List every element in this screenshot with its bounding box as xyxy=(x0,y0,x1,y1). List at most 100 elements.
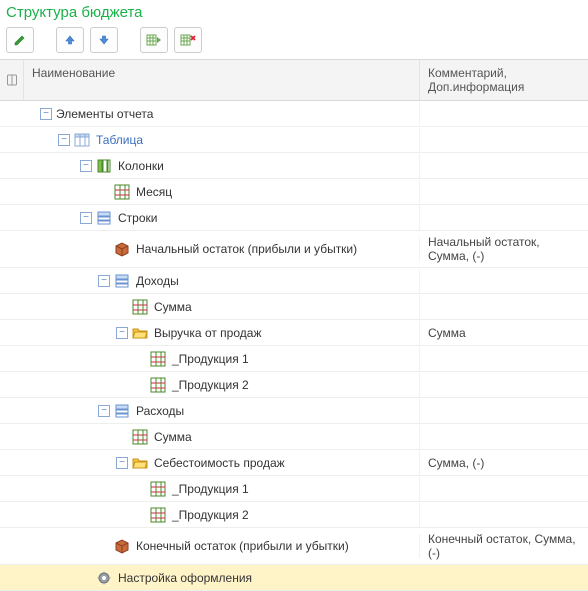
tree-toggle[interactable]: − xyxy=(58,134,70,146)
tree-label: Выручка от продаж xyxy=(154,326,261,340)
grid-icon xyxy=(150,507,166,523)
tree-label: _Продукция 2 xyxy=(172,378,249,392)
tree-cell-name: _Продукция 2 xyxy=(0,373,420,397)
tree-cell-comment xyxy=(420,511,588,519)
tree-label: Колонки xyxy=(118,159,164,173)
tree-cell-name: _Продукция 2 xyxy=(0,503,420,527)
tree-cell-name: Сумма xyxy=(0,425,420,449)
tree-cell-name: −Строки xyxy=(0,206,420,230)
tree-row-cost[interactable]: −Себестоимость продажСумма, (-) xyxy=(0,450,588,476)
tree-label: Настройка оформления xyxy=(118,571,252,585)
tree-cell-comment xyxy=(420,188,588,196)
tree-cell-comment xyxy=(420,355,588,363)
brick-icon xyxy=(114,241,130,257)
tree-rows: −Элементы отчета−Таблица−КолонкиМесяц−Ст… xyxy=(0,101,588,591)
tree-toggle[interactable]: − xyxy=(98,275,110,287)
page-title: Структура бюджета xyxy=(0,0,588,27)
header-name[interactable]: Наименование xyxy=(24,60,420,100)
tree-cell-name: − Доходы xyxy=(0,269,420,293)
tree-row-expenses[interactable]: −Расходы xyxy=(0,398,588,424)
cols-icon xyxy=(96,158,112,174)
tree-row-prod2a[interactable]: _Продукция 2 xyxy=(0,372,588,398)
grid-icon xyxy=(114,184,130,200)
table-add-icon xyxy=(146,33,162,47)
tree-cell-name: _Продукция 1 xyxy=(0,477,420,501)
tree-cell-name: Конечный остаток (прибыли и убытки) xyxy=(0,534,420,558)
tree-cell-comment: Сумма xyxy=(420,322,588,344)
tree-row-prod1a[interactable]: _Продукция 1 xyxy=(0,346,588,372)
tree-cell-name: _Продукция 1 xyxy=(0,347,420,371)
add-column-button[interactable] xyxy=(140,27,168,53)
tree-cell-name: Сумма xyxy=(0,295,420,319)
tree-toggle[interactable]: − xyxy=(116,327,128,339)
tree-row-endbal[interactable]: Конечный остаток (прибыли и убытки)Конеч… xyxy=(0,528,588,565)
rows-icon xyxy=(114,403,130,419)
move-down-button[interactable] xyxy=(90,27,118,53)
tree-label: Таблица xyxy=(96,133,143,147)
tree-cell-comment xyxy=(420,381,588,389)
tree-cell-name: Настройка оформления xyxy=(0,566,420,590)
rows-icon xyxy=(96,210,112,226)
tree-row-table[interactable]: − Таблица xyxy=(0,127,588,153)
tree-row-begbal[interactable]: Начальный остаток (прибыли и убытки)Нача… xyxy=(0,231,588,268)
rows-icon xyxy=(114,273,130,289)
tree-cell-comment: Конечный остаток, Сумма, (-) xyxy=(420,528,588,564)
tree-label: Месяц xyxy=(136,185,172,199)
tree-row-sales[interactable]: − Выручка от продаж Сумма xyxy=(0,320,588,346)
tree-toggle[interactable]: − xyxy=(98,405,110,417)
tree-label: Сумма xyxy=(154,430,192,444)
tree-row-month[interactable]: Месяц xyxy=(0,179,588,205)
tree-toggle[interactable]: − xyxy=(80,160,92,172)
tree-cell-comment: Сумма, (-) xyxy=(420,452,588,474)
grid-icon xyxy=(150,377,166,393)
tree-toggle[interactable]: − xyxy=(40,108,52,120)
brick-icon xyxy=(114,538,130,554)
tree-row-sum2[interactable]: Сумма xyxy=(0,424,588,450)
tree-row-elements[interactable]: −Элементы отчета xyxy=(0,101,588,127)
tree-cell-comment xyxy=(420,407,588,415)
column-icon xyxy=(6,74,18,86)
tree-row-prod2b[interactable]: _Продукция 2 xyxy=(0,502,588,528)
pencil-icon xyxy=(13,33,27,47)
tree-row-columns[interactable]: − Колонки xyxy=(0,153,588,179)
tree-cell-name: −Себестоимость продаж xyxy=(0,451,420,475)
tree-label: _Продукция 1 xyxy=(172,482,249,496)
tree-cell-comment xyxy=(420,574,588,582)
tree-cell-comment xyxy=(420,162,588,170)
move-up-button[interactable] xyxy=(56,27,84,53)
tree-row-income[interactable]: − Доходы xyxy=(0,268,588,294)
tree-row-format[interactable]: Настройка оформления xyxy=(0,565,588,591)
tree-label: Сумма xyxy=(154,300,192,314)
tree-cell-comment xyxy=(420,214,588,222)
arrow-down-icon xyxy=(97,33,111,47)
tree-cell-comment xyxy=(420,110,588,118)
grid-icon xyxy=(150,351,166,367)
tree-label: Начальный остаток (прибыли и убытки) xyxy=(136,242,357,256)
delete-column-button[interactable] xyxy=(174,27,202,53)
tree-cell-comment xyxy=(420,136,588,144)
arrow-up-icon xyxy=(63,33,77,47)
grid-icon xyxy=(132,299,148,315)
tree-row-prod1b[interactable]: _Продукция 1 xyxy=(0,476,588,502)
tree-label: _Продукция 2 xyxy=(172,508,249,522)
tree-toggle[interactable]: − xyxy=(80,212,92,224)
gear-icon xyxy=(96,570,112,586)
tree-cell-comment xyxy=(420,485,588,493)
tree-cell-name: −Расходы xyxy=(0,399,420,423)
edit-button[interactable] xyxy=(6,27,34,53)
tree-row-rows[interactable]: −Строки xyxy=(0,205,588,231)
tree-cell-name: − Выручка от продаж xyxy=(0,321,420,345)
toolbar xyxy=(0,27,588,59)
tree-label: Доходы xyxy=(136,274,179,288)
grid-icon xyxy=(132,429,148,445)
header-comment[interactable]: Комментарий, Доп.информация xyxy=(420,60,588,100)
folder-icon xyxy=(132,325,148,341)
tree-cell-comment xyxy=(420,303,588,311)
tree-cell-name: − Таблица xyxy=(0,128,420,152)
header-icon-cell xyxy=(0,60,24,100)
folder-icon xyxy=(132,455,148,471)
tree-toggle[interactable]: − xyxy=(116,457,128,469)
grid-header: Наименование Комментарий, Доп.информация xyxy=(0,59,588,101)
tree-cell-comment xyxy=(420,277,588,285)
tree-row-sum1[interactable]: Сумма xyxy=(0,294,588,320)
